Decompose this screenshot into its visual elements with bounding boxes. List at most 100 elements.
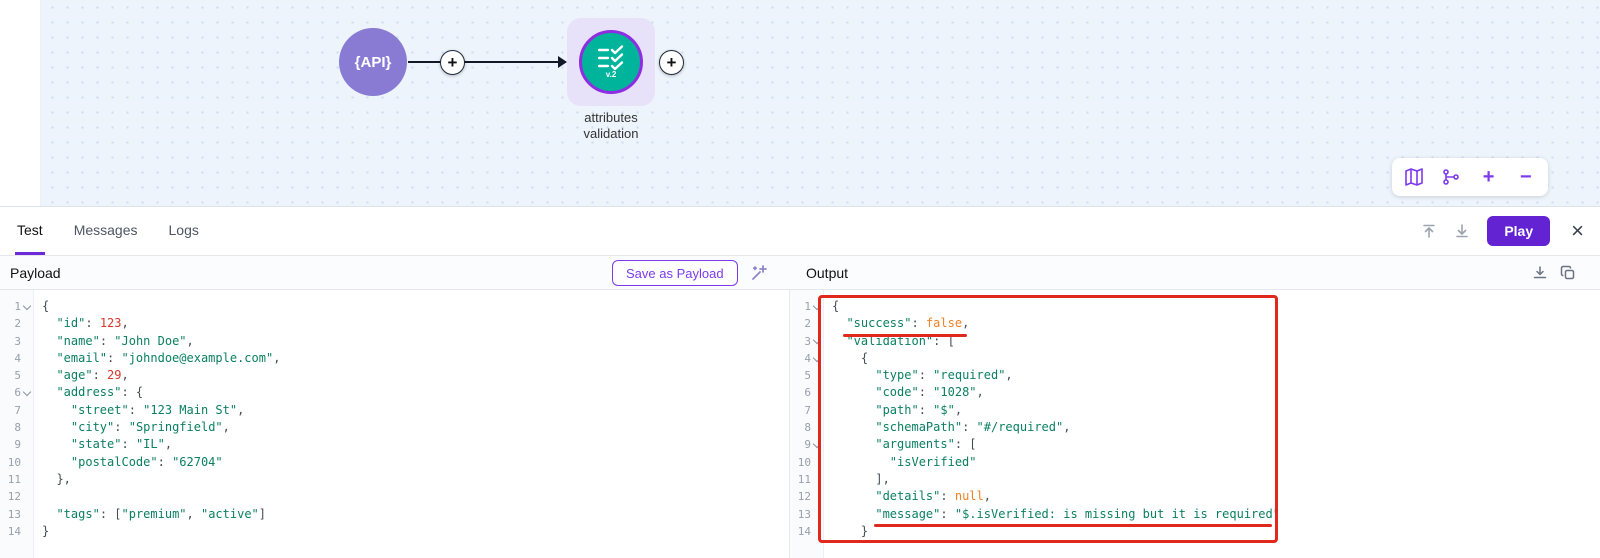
scroll-to-bottom-icon[interactable] (1454, 223, 1470, 239)
checklist-icon (597, 45, 625, 71)
line-number: 8 (794, 419, 821, 436)
fold-arrow-icon[interactable] (812, 302, 821, 311)
code-line: "postalCode": "62704" (42, 454, 789, 471)
code-line: "schemaPath": "#/required", (832, 419, 1600, 436)
zoom-in-icon[interactable]: + (1474, 162, 1504, 192)
line-number: 12 (794, 488, 821, 505)
line-number: 8 (4, 419, 31, 436)
line-number: 12 (4, 488, 31, 505)
line-number: 3 (4, 333, 31, 350)
code-line: { (832, 350, 1600, 367)
line-number: 9 (4, 436, 31, 453)
download-icon[interactable] (1532, 265, 1548, 284)
code-line: { (832, 298, 1600, 315)
line-number: 1 (4, 298, 31, 315)
code-line: } (42, 523, 789, 540)
code-line: "details": null, (832, 488, 1600, 505)
map-icon[interactable] (1399, 162, 1429, 192)
tab-messages[interactable]: Messages (72, 207, 140, 255)
fold-arrow-icon[interactable] (812, 441, 821, 450)
code-line: "age": 29, (42, 367, 789, 384)
line-number: 5 (794, 367, 821, 384)
code-line: "email": "johndoe@example.com", (42, 350, 789, 367)
code-line: "code": "1028", (832, 384, 1600, 401)
line-number: 9 (794, 436, 821, 453)
scroll-to-top-icon[interactable] (1421, 223, 1437, 239)
api-node-label: {API} (355, 54, 392, 71)
add-node-button[interactable]: + (440, 50, 465, 75)
line-number: 14 (4, 523, 31, 540)
code-line: "arguments": [ (832, 436, 1600, 453)
branch-icon[interactable] (1436, 162, 1466, 192)
validation-node-label: attributes validation (556, 110, 666, 143)
api-node[interactable]: {API} (339, 28, 407, 96)
connector-arrow (405, 52, 569, 72)
panel-header: Payload Save as Payload Output (0, 256, 1600, 290)
code-line: "state": "IL", (42, 436, 789, 453)
code-line: } (832, 523, 1600, 540)
line-number: 2 (4, 315, 31, 332)
line-number: 11 (794, 471, 821, 488)
close-icon[interactable]: × (1571, 220, 1584, 242)
line-number: 4 (4, 350, 31, 367)
code-line: "path": "$", (832, 402, 1600, 419)
test-panel-tabs: Test Messages Logs Play × (0, 207, 1600, 256)
fold-arrow-icon[interactable] (812, 354, 821, 363)
canvas-left-margin (0, 0, 41, 206)
payload-code[interactable]: { "id": 123, "name": "John Doe", "email"… (34, 290, 789, 558)
validation-node-circle: v.2 (579, 30, 643, 94)
line-number: 14 (794, 523, 821, 540)
line-number: 2 (794, 315, 821, 332)
line-number: 6 (4, 384, 31, 401)
line-number: 10 (794, 454, 821, 471)
line-number: 13 (4, 506, 31, 523)
code-line: ], (832, 471, 1600, 488)
output-title: Output (806, 265, 848, 281)
line-number: 13 (794, 506, 821, 523)
node-version-badge: v.2 (606, 70, 617, 79)
code-line: }, (42, 471, 789, 488)
code-line: "name": "John Doe", (42, 333, 789, 350)
line-number: 6 (794, 384, 821, 401)
tab-test[interactable]: Test (15, 207, 45, 255)
play-button[interactable]: Play (1487, 216, 1550, 246)
add-node-button[interactable]: + (659, 50, 684, 75)
line-number: 7 (794, 402, 821, 419)
line-number: 3 (794, 333, 821, 350)
fold-arrow-icon[interactable] (22, 389, 31, 398)
line-number-gutter: 1234567891011121314 (0, 290, 34, 558)
save-as-payload-button[interactable]: Save as Payload (612, 260, 738, 286)
canvas-toolbar: + − (1392, 158, 1548, 196)
fold-arrow-icon[interactable] (22, 302, 31, 311)
code-line: "id": 123, (42, 315, 789, 332)
flow-canvas[interactable]: {API} + v.2 + attributes validation (0, 0, 1600, 207)
output-editor[interactable]: 1234567891011121314 { "success": false, … (790, 290, 1600, 558)
code-line: "validation": [ (832, 333, 1600, 350)
code-line: "isVerified" (832, 454, 1600, 471)
payload-title: Payload (10, 265, 61, 281)
line-number: 11 (4, 471, 31, 488)
code-line: "success": false, (832, 315, 1600, 332)
code-line: "address": { (42, 384, 789, 401)
tabs-actions: Play × (1421, 207, 1584, 255)
line-number: 1 (794, 298, 821, 315)
payload-editor[interactable]: 1234567891011121314 { "id": 123, "name":… (0, 290, 790, 558)
validation-node[interactable]: v.2 (567, 18, 655, 106)
code-line: "type": "required", (832, 367, 1600, 384)
app-window: {API} + v.2 + attributes validation (0, 0, 1600, 558)
output-code[interactable]: { "success": false, "validation": [ { "t… (824, 290, 1600, 558)
tab-logs[interactable]: Logs (167, 207, 201, 255)
line-number: 4 (794, 350, 821, 367)
copy-icon[interactable] (1560, 265, 1576, 284)
magic-wand-icon[interactable] (750, 264, 768, 285)
code-line (42, 488, 789, 505)
fold-arrow-icon[interactable] (812, 337, 821, 346)
line-number: 5 (4, 367, 31, 384)
line-number: 10 (4, 454, 31, 471)
code-line: "tags": ["premium", "active"] (42, 506, 789, 523)
line-number-gutter: 1234567891011121314 (790, 290, 824, 558)
line-number: 7 (4, 402, 31, 419)
code-line: "message": "$.isVerified: is missing but… (832, 506, 1600, 523)
code-line: { (42, 298, 789, 315)
zoom-out-icon[interactable]: − (1511, 162, 1541, 192)
